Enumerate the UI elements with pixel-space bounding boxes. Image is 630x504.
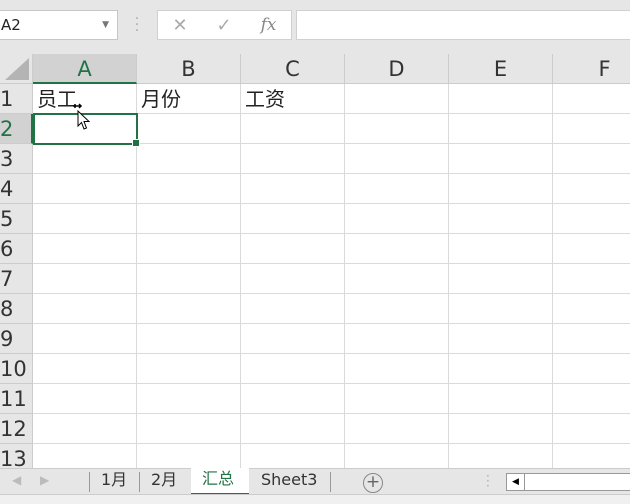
column-header-B[interactable]: B — [137, 54, 241, 84]
select-all-button[interactable] — [0, 54, 33, 84]
row-header-10[interactable]: 10 — [0, 354, 33, 384]
column-header-F[interactable]: F — [553, 54, 630, 84]
row-header-12[interactable]: 12 — [0, 414, 33, 444]
gridline — [448, 84, 449, 468]
gridline — [33, 443, 630, 444]
sheet-tab-summary[interactable]: 汇总 — [191, 468, 249, 495]
add-sheet-button[interactable]: + — [363, 473, 383, 493]
gridline — [33, 203, 630, 204]
column-header-A[interactable]: A — [33, 54, 137, 84]
horizontal-scrollbar[interactable]: ◀ — [506, 473, 630, 491]
gridline — [33, 413, 630, 414]
gridline — [33, 233, 630, 234]
chevron-down-icon[interactable]: ▼ — [102, 11, 109, 39]
row-header-7[interactable]: 7 — [0, 264, 33, 294]
gridline — [33, 353, 630, 354]
cell-C1[interactable]: 工资 — [241, 84, 285, 114]
gridline — [33, 173, 630, 174]
row-header-3[interactable]: 3 — [0, 144, 33, 174]
cell-B1[interactable]: 月份 — [137, 84, 181, 114]
row-header-5[interactable]: 5 — [0, 204, 33, 234]
column-header-D[interactable]: D — [345, 54, 449, 84]
row-header-4[interactable]: 4 — [0, 174, 33, 204]
name-box-value: A2 — [1, 16, 21, 34]
cell-A1[interactable]: 员工 — [33, 84, 77, 114]
status-bar — [0, 494, 630, 504]
column-header-E[interactable]: E — [449, 54, 553, 84]
row-header-8[interactable]: 8 — [0, 294, 33, 324]
drag-handle-icon[interactable]: · · · — [134, 12, 140, 38]
row-header-6[interactable]: 6 — [0, 234, 33, 264]
sheet-tab-sheet3[interactable]: Sheet3 — [253, 469, 325, 495]
gridline — [344, 84, 345, 468]
splitter-handle-icon[interactable]: · · · — [486, 470, 490, 492]
insert-function-icon[interactable]: fx — [261, 15, 277, 35]
gridline — [33, 323, 630, 324]
next-sheet-icon[interactable]: ▶ — [40, 473, 49, 487]
row-header-13[interactable]: 13 — [0, 444, 33, 468]
gridline — [33, 263, 630, 264]
column-header-C[interactable]: C — [241, 54, 345, 84]
spreadsheet-grid[interactable]: ABCDEF 1 2 3 4 5 6 7 8 9 10 11 12 13 员工 月份 工资 — [0, 54, 630, 468]
row-header-2[interactable]: 2 — [0, 114, 33, 144]
scroll-left-icon[interactable]: ◀ — [507, 474, 525, 490]
prev-sheet-icon[interactable]: ◀ — [12, 473, 21, 487]
gridline — [552, 84, 553, 468]
gridline — [33, 383, 630, 384]
row-header-11[interactable]: 11 — [0, 384, 33, 414]
formula-buttons: ✕ ✓ fx — [157, 10, 292, 40]
row-header-1[interactable]: 1 — [0, 84, 33, 114]
enter-icon[interactable]: ✓ — [217, 15, 232, 36]
sheet-tab-2[interactable]: 2月 — [143, 469, 185, 495]
name-box[interactable]: A2 ▼ — [0, 10, 118, 40]
cancel-icon[interactable]: ✕ — [172, 15, 187, 36]
sheet-tab-1[interactable]: 1月 — [93, 469, 135, 495]
formula-input[interactable] — [296, 10, 630, 40]
gridline — [240, 84, 241, 468]
mouse-cursor-icon — [73, 103, 91, 130]
row-header-9[interactable]: 9 — [0, 324, 33, 354]
gridline — [33, 293, 630, 294]
